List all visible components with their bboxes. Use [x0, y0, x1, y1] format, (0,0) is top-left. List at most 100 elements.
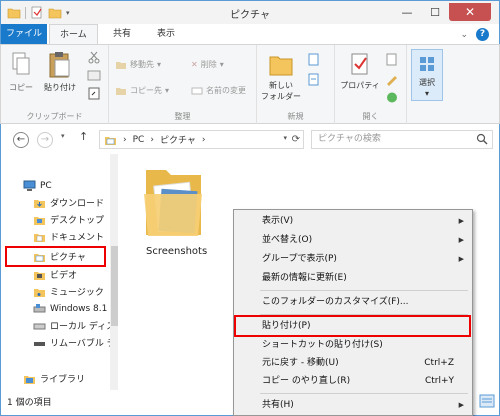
easy-access-icon[interactable] — [307, 73, 321, 86]
address-dropdown-icon[interactable]: ▾ — [283, 134, 287, 142]
submenu-arrow-icon: ▶ — [458, 401, 464, 409]
history-icon[interactable] — [385, 91, 399, 104]
folder-icon — [144, 170, 202, 236]
menu-item-paste-shortcut[interactable]: ショートカットの貼り付け(S) — [234, 337, 472, 354]
up-button[interactable]: ↑ — [79, 130, 88, 143]
pictures-highlight-box — [5, 246, 106, 267]
maximize-button[interactable]: ☐ — [421, 3, 449, 21]
music-folder-icon — [34, 288, 45, 297]
navigation-bar: ← → ▾ ↑ › PC › ピクチャ › ⟳ ▾ ピクチャの検索 — [0, 124, 500, 154]
nav-item-local-disk[interactable]: ローカル ディスク — [33, 317, 111, 334]
new-folder-icon — [269, 56, 293, 76]
select-button[interactable]: 選択 ▾ — [411, 49, 443, 101]
clipboard-group-label: クリップボード — [26, 112, 83, 121]
nav-item-videos[interactable]: ビデオ — [33, 266, 77, 283]
select-grid-icon — [420, 57, 434, 71]
open-group: プロパティ 開く — [335, 45, 407, 125]
refresh-icon[interactable]: ⟳ — [292, 134, 300, 145]
help-button[interactable]: ? — [476, 28, 489, 41]
new-group-label: 新規 — [287, 112, 304, 121]
menu-item-share[interactable]: 共有(H) ▶ — [234, 397, 472, 414]
nav-item-libraries[interactable]: ライブラリ — [23, 370, 85, 387]
ribbon: コピー 貼り付け クリップボード 移動先 ▾ ✕ 削除 ▾ コピー先 ▾ 名前の変更 … — [0, 44, 500, 125]
move-to-button[interactable]: 移動先 ▾ — [115, 59, 161, 70]
cut-icon[interactable] — [87, 51, 101, 64]
menu-item-sort[interactable]: 並べ替え(O) ▶ — [234, 232, 472, 249]
open-icon[interactable] — [385, 53, 399, 66]
copy-to-button[interactable]: コピー先 ▾ — [115, 85, 169, 96]
nav-item-desktop[interactable]: デスクトップ — [33, 211, 104, 228]
folder-label: Screenshots — [146, 246, 208, 257]
tab-file[interactable]: ファイル — [1, 24, 47, 44]
nav-item-documents[interactable]: ドキュメント — [33, 228, 104, 245]
menu-item-redo[interactable]: コピー のやり直し(R) Ctrl+Y — [234, 373, 472, 390]
libraries-icon — [24, 375, 35, 384]
properties-icon — [351, 53, 368, 75]
submenu-arrow-icon: ▶ — [458, 255, 464, 263]
copy-button[interactable]: コピー — [5, 51, 37, 93]
open-group-label: 開く — [362, 112, 379, 121]
menu-item-view[interactable]: 表示(V) ▶ — [234, 213, 472, 230]
screenshots-folder[interactable] — [142, 164, 208, 245]
title-bar: ▾ ピクチャ — ☐ ✕ — [0, 0, 500, 24]
breadcrumb-pc[interactable]: PC — [133, 135, 145, 145]
close-button[interactable]: ✕ — [449, 3, 491, 21]
ribbon-tabs: ファイル ホーム 共有 表示 ⌄ ? — [0, 24, 500, 44]
tab-share[interactable]: 共有 — [103, 24, 141, 44]
removable-disk-icon — [34, 341, 45, 346]
navpane-scroll-thumb[interactable] — [111, 246, 118, 326]
nav-item-downloads[interactable]: ダウンロード — [33, 194, 104, 211]
context-menu: 表示(V) ▶ 並べ替え(O) ▶ グループで表示(P) ▶ 最新の情報に更新(E) … — [233, 209, 473, 416]
nav-item-removable-disk[interactable]: リムーバブル ディスク — [33, 334, 111, 351]
desktop-folder-icon — [34, 216, 45, 225]
videos-folder-icon — [34, 271, 45, 280]
copy-to-icon — [116, 88, 126, 95]
menu-item-undo[interactable]: 元に戻す - 移動(U) Ctrl+Z — [234, 355, 472, 372]
search-input[interactable]: ピクチャの検索 — [311, 130, 493, 149]
minimize-button[interactable]: — — [393, 3, 421, 21]
forward-button[interactable]: → — [37, 132, 53, 148]
submenu-arrow-icon: ▶ — [458, 217, 464, 225]
paste-shortcut-icon[interactable] — [87, 87, 101, 100]
details-view-icon[interactable] — [479, 394, 495, 408]
organize-group: 移動先 ▾ ✕ 削除 ▾ コピー先 ▾ 名前の変更 整理 — [109, 45, 257, 125]
new-item-icon[interactable] — [307, 53, 321, 66]
search-icon — [476, 133, 488, 145]
copy-icon — [12, 52, 30, 75]
properties-button[interactable]: プロパティ — [337, 51, 383, 91]
windows-drive-icon — [33, 303, 46, 312]
delete-button[interactable]: ✕ 削除 ▾ — [191, 59, 224, 70]
paste-icon — [49, 52, 70, 78]
nav-item-music[interactable]: ミュージック — [33, 283, 104, 300]
rename-icon — [191, 87, 203, 95]
address-bar[interactable]: › PC › ピクチャ › ⟳ ▾ — [99, 130, 304, 149]
menu-separator — [260, 290, 468, 291]
window-controls: — ☐ ✕ — [393, 3, 491, 21]
paste-button[interactable]: 貼り付け — [41, 51, 79, 93]
nav-item-pc[interactable]: PC — [23, 177, 52, 194]
tab-view[interactable]: 表示 — [147, 24, 185, 44]
copy-path-icon[interactable] — [87, 69, 101, 82]
item-count: 1 個の項目 — [7, 398, 52, 408]
navigation-pane: PC ダウンロード デスクトップ ドキュメント ピクチャ ビデオ ミュージック … — [0, 154, 119, 390]
tab-home[interactable]: ホーム — [49, 24, 98, 44]
organize-group-label: 整理 — [174, 112, 191, 121]
computer-icon — [23, 180, 36, 191]
clipboard-group: コピー 貼り付け クリップボード — [1, 45, 109, 125]
new-folder-button[interactable]: 新しい フォルダー — [261, 51, 301, 102]
submenu-arrow-icon: ▶ — [458, 236, 464, 244]
nav-item-windows-drive[interactable]: Windows 8.1 — [33, 300, 111, 317]
recent-locations-icon[interactable]: ▾ — [61, 132, 65, 140]
documents-folder-icon — [34, 233, 45, 242]
menu-item-group[interactable]: グループで表示(P) ▶ — [234, 251, 472, 268]
menu-item-refresh[interactable]: 最新の情報に更新(E) — [234, 270, 472, 287]
rename-button[interactable]: 名前の変更 — [191, 85, 246, 96]
pictures-folder-icon — [105, 136, 116, 145]
menu-separator — [260, 393, 468, 394]
ribbon-expand-icon[interactable]: ⌄ — [460, 30, 468, 40]
breadcrumb-pictures[interactable]: ピクチャ — [160, 133, 196, 146]
menu-item-customize[interactable]: このフォルダーのカスタマイズ(F)... — [234, 294, 472, 311]
edit-icon[interactable] — [385, 73, 399, 86]
local-disk-icon — [33, 323, 46, 329]
back-button[interactable]: ← — [13, 132, 29, 148]
